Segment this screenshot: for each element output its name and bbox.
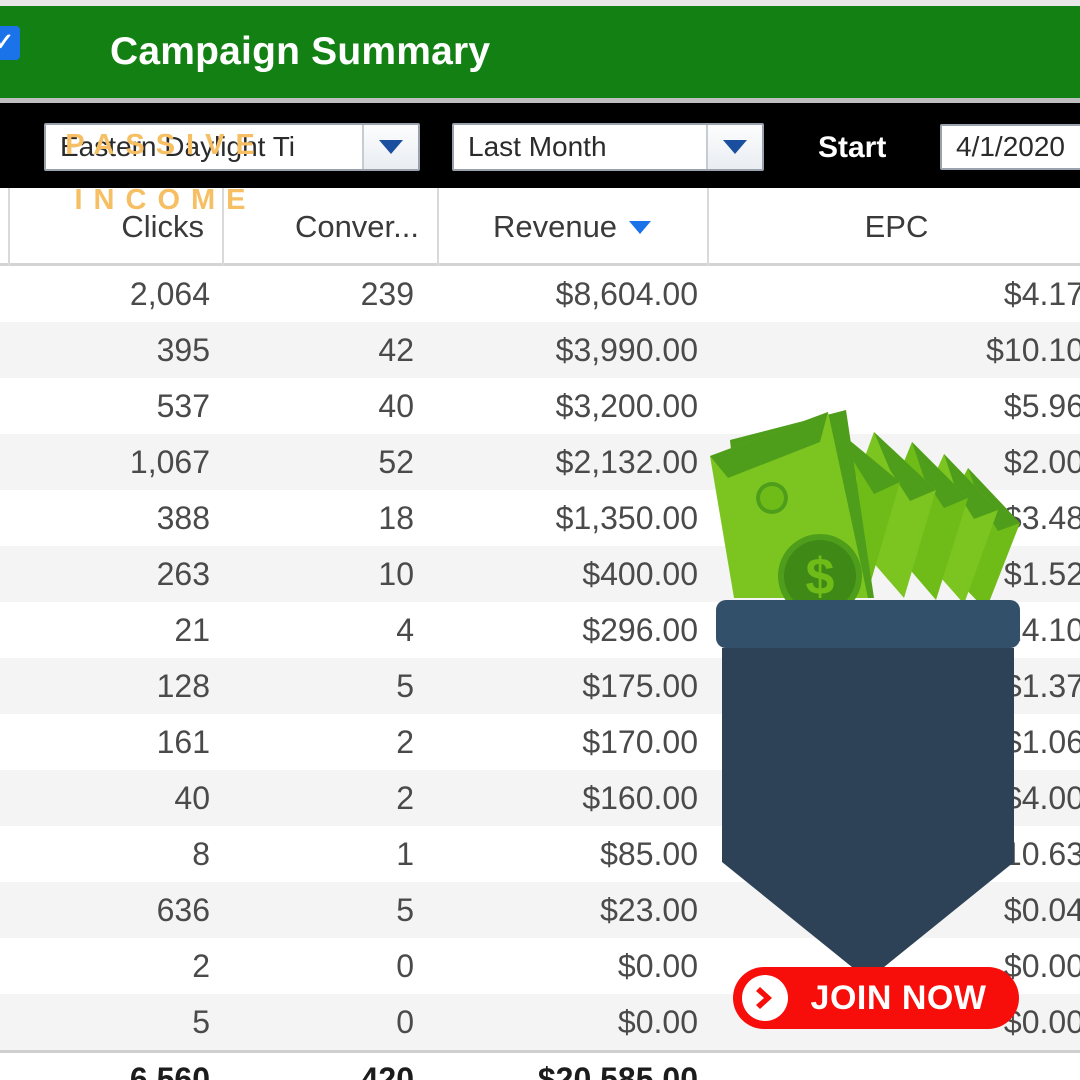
column-header-conversions-label: Conver... <box>294 209 419 244</box>
date-range-select[interactable]: Last Month <box>452 123 764 171</box>
column-header-clicks[interactable]: Clicks <box>8 188 220 266</box>
cell-epc: $10.10 <box>986 331 1080 368</box>
cell-conv: 5 <box>396 891 414 928</box>
table-row[interactable]: 395 42 $3,990.00 $10.10 <box>0 322 1080 378</box>
date-range-select-arrow[interactable] <box>706 125 762 169</box>
svg-text:$: $ <box>806 548 835 606</box>
table-row[interactable]: 2,064 239 $8,604.00 $4.17 <box>0 266 1080 322</box>
column-header-revenue-label: Revenue <box>492 209 618 244</box>
page-header-bar: Campaign Summary <box>0 6 1080 98</box>
cell-clicks: 161 <box>156 723 210 760</box>
cell-conv: 5 <box>396 667 414 704</box>
cell-revenue: $23.00 <box>600 891 698 928</box>
cell-revenue: $3,200.00 <box>555 387 698 424</box>
cell-epc: $4.17 <box>1003 275 1080 312</box>
total-epc <box>712 1053 1080 1080</box>
cell-revenue: $0.00 <box>617 1003 698 1040</box>
table-header-row: Clicks Conver... Revenue EPC <box>0 188 1080 266</box>
join-now-button[interactable]: JOIN NOW <box>733 967 1019 1029</box>
cell-clicks: 128 <box>156 667 210 704</box>
pocket-icon <box>708 600 1028 980</box>
join-now-label: JOIN NOW <box>810 978 987 1017</box>
cell-conv: 40 <box>378 387 414 424</box>
column-header-clicks-label: Clicks <box>121 209 204 244</box>
cell-clicks: 263 <box>156 555 210 592</box>
cell-revenue: $0.00 <box>617 947 698 984</box>
cell-conv: 10 <box>378 555 414 592</box>
total-revenue: $20,585.00 <box>537 1060 698 1080</box>
total-conv: 420 <box>360 1060 414 1080</box>
cell-clicks: 8 <box>192 835 210 872</box>
check-icon: ✓ <box>0 29 15 56</box>
cell-conv: 239 <box>360 275 414 312</box>
cell-conv: 2 <box>396 779 414 816</box>
cell-conv: 0 <box>396 1003 414 1040</box>
cell-clicks: 395 <box>156 331 210 368</box>
cell-revenue: $400.00 <box>582 555 698 592</box>
cell-clicks: 537 <box>156 387 210 424</box>
cell-revenue: $1,350.00 <box>555 499 698 536</box>
cell-clicks: 1,067 <box>129 443 210 480</box>
timezone-select-arrow[interactable] <box>362 125 418 169</box>
column-header-epc-label: EPC <box>864 209 929 244</box>
cell-revenue: $170.00 <box>582 723 698 760</box>
column-header-conversions[interactable]: Conver... <box>222 188 435 266</box>
total-clicks: 6,560 <box>129 1060 210 1080</box>
cell-revenue: $8,604.00 <box>555 275 698 312</box>
cell-revenue: $2,132.00 <box>555 443 698 480</box>
cell-conv: 18 <box>378 499 414 536</box>
cell-clicks: 2,064 <box>129 275 210 312</box>
table-totals-row: 6,560 420 $20,585.00 <box>0 1050 1080 1080</box>
cell-conv: 0 <box>396 947 414 984</box>
money-fan-icon: $ <box>668 398 1028 628</box>
cell-clicks: 5 <box>192 1003 210 1040</box>
timezone-select[interactable]: Eastern Daylight Ti <box>44 123 420 171</box>
cell-conv: 52 <box>378 443 414 480</box>
cell-clicks: 40 <box>174 779 210 816</box>
cell-clicks: 2 <box>192 947 210 984</box>
cell-clicks: 636 <box>156 891 210 928</box>
screenshot-root: Campaign Summary ✓ Eastern Daylight Ti L… <box>0 0 1080 1080</box>
chevron-down-icon <box>723 140 747 154</box>
sort-desc-icon <box>629 220 652 234</box>
cell-clicks: 388 <box>156 499 210 536</box>
start-date-input[interactable]: 4/1/2020 <box>940 124 1080 170</box>
cell-clicks: 21 <box>174 611 210 648</box>
cell-revenue: $85.00 <box>600 835 698 872</box>
timezone-select-value: Eastern Daylight Ti <box>60 131 295 162</box>
cell-revenue: $296.00 <box>582 611 698 648</box>
cell-revenue: $175.00 <box>582 667 698 704</box>
column-header-epc[interactable]: EPC <box>707 188 1080 266</box>
cell-conv: 42 <box>378 331 414 368</box>
cell-conv: 4 <box>396 611 414 648</box>
column-header-revenue[interactable]: Revenue <box>437 188 705 266</box>
start-date-label: Start <box>818 131 887 164</box>
chevron-down-icon <box>379 140 403 154</box>
cell-revenue: $3,990.00 <box>555 331 698 368</box>
cell-revenue: $160.00 <box>582 779 698 816</box>
cell-conv: 1 <box>396 835 414 872</box>
select-all-checkbox[interactable]: ✓ <box>0 26 20 60</box>
cell-conv: 2 <box>396 723 414 760</box>
date-range-select-value: Last Month <box>468 131 607 162</box>
chevron-right-circle-icon <box>742 975 788 1021</box>
page-title: Campaign Summary <box>110 30 491 73</box>
